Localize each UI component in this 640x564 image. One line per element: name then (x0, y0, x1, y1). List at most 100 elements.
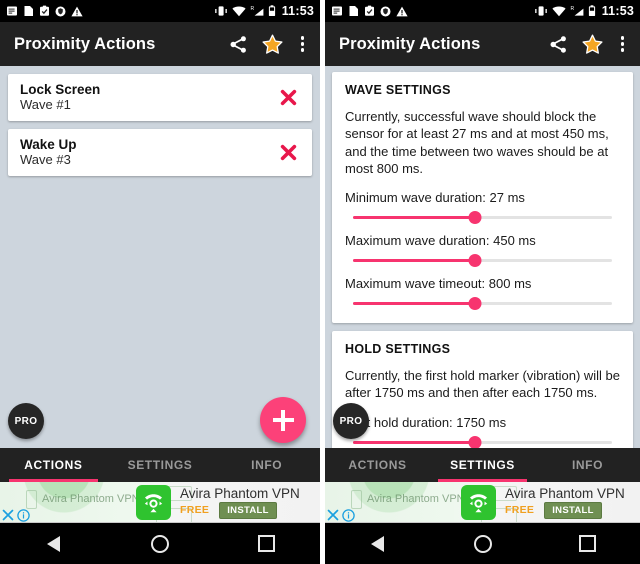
system-nav-bar (0, 523, 320, 564)
actions-content: Lock Screen Wave #1 Wake Up Wave #3 PRO (0, 66, 320, 448)
hold-settings-heading: HOLD SETTINGS (345, 342, 451, 357)
tab-actions-label: ACTIONS (348, 458, 407, 472)
svg-text:R: R (250, 6, 254, 12)
ad-banner[interactable]: Avira Phantom VPN Avira Phantom VPN FREE… (325, 482, 640, 523)
page-icon (349, 6, 358, 16)
roaming-signal-icon: R (570, 6, 584, 16)
first-hold-duration-row: First hold duration: 1750 ms (345, 415, 620, 448)
star-icon[interactable] (261, 34, 283, 55)
ad-banner[interactable]: Avira Phantom VPN Avira Phantom VPN FREE… (0, 482, 320, 523)
slider-fill (353, 302, 475, 306)
shield-icon (55, 6, 66, 16)
action-subtitle: Wave #3 (20, 152, 71, 168)
ad-ghost-title: Avira Phantom VPN (367, 493, 465, 505)
ad-subline: FREE INSTALL (505, 501, 625, 519)
wave-settings-description: Currently, successful wave should block … (345, 109, 609, 176)
tab-actions[interactable]: ACTIONS (0, 448, 107, 482)
app-bar-actions (229, 34, 311, 55)
max-wave-timeout-slider[interactable] (353, 297, 612, 311)
nav-recents-button[interactable] (562, 535, 614, 552)
ad-install-button[interactable]: INSTALL (219, 501, 277, 519)
list-item[interactable]: Wake Up Wave #3 (8, 129, 312, 176)
nav-back-button[interactable] (352, 535, 404, 552)
first-hold-duration-slider[interactable] (353, 435, 612, 448)
slider-thumb[interactable] (468, 254, 482, 268)
action-item-text: Lock Screen Wave #1 (20, 82, 100, 113)
tab-settings[interactable]: SETTINGS (107, 448, 214, 482)
ad-close-controls[interactable] (326, 508, 355, 522)
clipboard-check-icon (40, 5, 49, 16)
share-icon[interactable] (229, 35, 248, 54)
ad-text-block: Avira Phantom VPN FREE INSTALL (505, 486, 625, 519)
overflow-menu-icon[interactable] (297, 36, 309, 52)
app-title: Proximity Actions (14, 34, 156, 53)
pro-badge[interactable]: PRO (333, 403, 369, 439)
ad-app-icon (136, 484, 171, 520)
action-subtitle: Wave #1 (20, 97, 71, 113)
max-wave-duration-slider[interactable] (353, 254, 612, 268)
status-bar-clock: 11:53 (601, 4, 634, 18)
add-action-fab[interactable] (260, 397, 306, 443)
clipboard-check-icon (365, 5, 374, 16)
recents-square-icon (579, 535, 596, 552)
settings-content: WAVE SETTINGS Currently, successful wave… (325, 66, 640, 448)
message-icon (332, 6, 342, 16)
share-icon[interactable] (549, 35, 568, 54)
status-bar-clock: 11:53 (281, 4, 314, 18)
ad-ghost-phone-icon (351, 490, 362, 509)
ad-close-controls[interactable] (1, 508, 30, 522)
ad-app-icon (461, 484, 496, 520)
ad-text-block: Avira Phantom VPN FREE INSTALL (180, 486, 300, 519)
svg-text:R: R (570, 6, 574, 12)
tab-settings-label: SETTINGS (450, 458, 515, 472)
min-wave-duration-slider[interactable] (353, 211, 612, 225)
bottom-tab-bar: ACTIONS SETTINGS INFO (325, 448, 640, 482)
list-item[interactable]: Lock Screen Wave #1 (8, 74, 312, 121)
tab-actions[interactable]: ACTIONS (325, 448, 430, 482)
close-ad-icon[interactable] (1, 508, 15, 522)
nav-back-button[interactable] (27, 535, 79, 552)
nav-home-button[interactable] (134, 534, 186, 553)
ad-info-icon[interactable] (17, 508, 30, 522)
app-bar: Proximity Actions (325, 22, 640, 66)
slider-thumb[interactable] (468, 211, 482, 225)
vibrate-icon (214, 6, 227, 16)
back-triangle-icon (371, 535, 384, 552)
tab-actions-label: ACTIONS (24, 458, 83, 472)
delete-icon[interactable] (275, 88, 302, 107)
overflow-menu-icon[interactable] (617, 36, 629, 52)
tab-info[interactable]: INFO (213, 448, 320, 482)
app-title: Proximity Actions (339, 34, 481, 53)
slider-thumb[interactable] (468, 297, 482, 311)
settings-list: WAVE SETTINGS Currently, successful wave… (325, 66, 640, 448)
pro-badge[interactable]: PRO (8, 403, 44, 439)
wifi-icon (232, 6, 246, 16)
home-circle-icon (150, 534, 169, 553)
system-nav-bar (325, 523, 640, 564)
tab-info[interactable]: INFO (535, 448, 640, 482)
recents-square-icon (258, 535, 276, 552)
delete-icon[interactable] (275, 143, 302, 162)
back-triangle-icon (46, 535, 60, 552)
tab-settings[interactable]: SETTINGS (430, 448, 535, 482)
max-wave-duration-label: Maximum wave duration: 450 ms (345, 233, 536, 249)
slider-fill (353, 259, 475, 263)
status-bar-system-icons: R 11:53 (534, 4, 634, 18)
min-wave-duration-label: Minimum wave duration: 27 ms (345, 190, 525, 206)
nav-recents-button[interactable] (241, 535, 293, 552)
plus-icon-vertical (281, 409, 285, 431)
ad-title: Avira Phantom VPN (180, 485, 300, 501)
vibrate-icon (534, 6, 547, 16)
star-icon[interactable] (581, 34, 603, 55)
max-wave-timeout-label: Maximum wave timeout: 800 ms (345, 276, 532, 292)
slider-thumb[interactable] (468, 435, 482, 448)
ad-title: Avira Phantom VPN (505, 485, 625, 501)
nav-home-button[interactable] (457, 534, 509, 553)
app-bar-actions (549, 34, 631, 55)
ad-ghost-title: Avira Phantom VPN (42, 493, 140, 505)
ad-install-button[interactable]: INSTALL (544, 501, 602, 519)
max-wave-timeout-row: Maximum wave timeout: 800 ms (345, 276, 620, 311)
tab-settings-label: SETTINGS (127, 458, 193, 472)
close-ad-icon[interactable] (326, 508, 340, 522)
ad-info-icon[interactable] (342, 508, 355, 522)
